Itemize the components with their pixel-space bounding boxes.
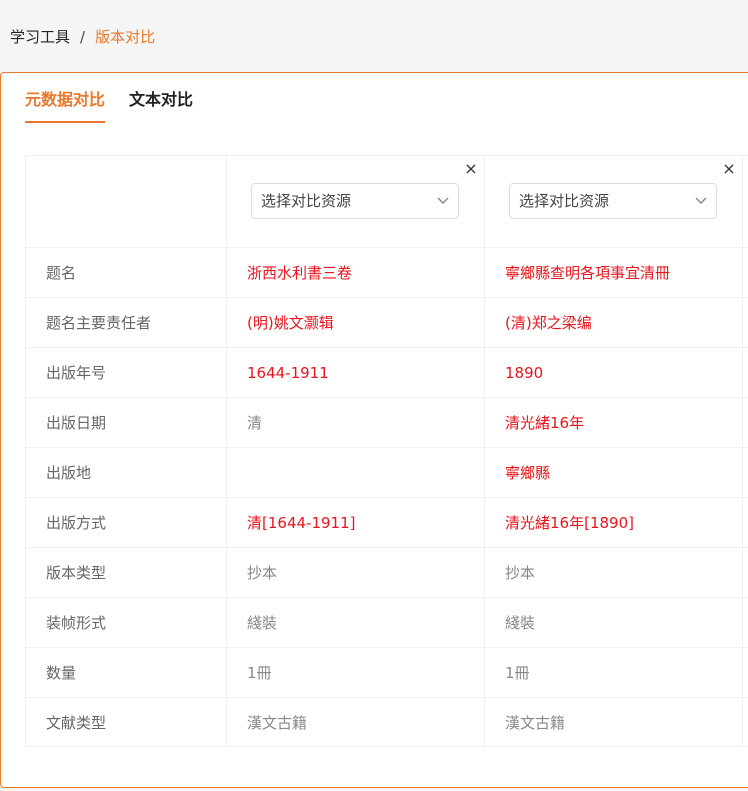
- row-label: 装帧形式: [26, 598, 227, 647]
- row-label: 出版年号: [26, 348, 227, 397]
- value-b: 1冊: [485, 648, 743, 697]
- header-column-a: × 选择对比资源: [227, 156, 485, 247]
- value-a: (明)姚文灏辑: [227, 298, 485, 347]
- table-header-row: × 选择对比资源 × 选择对比资源: [26, 156, 748, 247]
- table-row: 出版年号 1644-1911 1890: [26, 347, 748, 397]
- header-label-cell: [26, 156, 227, 247]
- table-row: 版本类型 抄本 抄本: [26, 547, 748, 597]
- row-label: 文献类型: [26, 698, 227, 747]
- breadcrumb-separator: /: [80, 28, 86, 46]
- value-b: 1890: [485, 348, 743, 397]
- comparison-panel: 元数据对比 文本对比 × 选择对比资源 × 选择对比资源 题名 浙西水利書三卷 …: [0, 72, 748, 788]
- tab-metadata-compare[interactable]: 元数据对比: [25, 89, 106, 123]
- table-row: 出版方式 清[1644-1911] 清光緒16年[1890]: [26, 497, 748, 547]
- breadcrumb-current: 版本对比: [95, 28, 156, 46]
- select-placeholder: 选择对比资源: [519, 192, 610, 210]
- breadcrumb-root[interactable]: 学习工具: [10, 28, 70, 46]
- close-icon[interactable]: ×: [464, 161, 478, 177]
- value-a: 漢文古籍: [227, 698, 485, 747]
- table-row: 题名 浙西水利書三卷 寧鄉縣查明各項事宜清冊: [26, 247, 748, 297]
- table-row: 出版地 寧鄉縣: [26, 447, 748, 497]
- row-label: 版本类型: [26, 548, 227, 597]
- header-column-b: × 选择对比资源: [485, 156, 743, 247]
- row-label: 出版日期: [26, 398, 227, 447]
- value-b: 漢文古籍: [485, 698, 743, 747]
- table-row: 装帧形式 綫裝 綫裝: [26, 597, 748, 647]
- value-a: 1644-1911: [227, 348, 485, 397]
- value-b: (清)郑之梁编: [485, 298, 743, 347]
- value-a: [227, 448, 485, 497]
- resource-select-b[interactable]: 选择对比资源: [509, 183, 717, 219]
- row-label: 题名: [26, 248, 227, 297]
- row-label: 题名主要责任者: [26, 298, 227, 347]
- value-b: 寧鄉縣: [485, 448, 743, 497]
- row-label: 出版地: [26, 448, 227, 497]
- value-b: 清光緒16年[1890]: [485, 498, 743, 547]
- value-a: 清[1644-1911]: [227, 498, 485, 547]
- value-a-text: 浙西水利書三卷: [247, 264, 353, 282]
- table-row: 出版日期 清 清光緒16年: [26, 397, 748, 447]
- value-b: 抄本: [485, 548, 743, 597]
- breadcrumb: 学习工具 / 版本对比: [10, 26, 155, 48]
- resource-select-a[interactable]: 选择对比资源: [251, 183, 459, 219]
- table-row: 文献类型 漢文古籍 漢文古籍: [26, 697, 748, 747]
- value-a: 綫裝: [227, 598, 485, 647]
- table-row: 数量 1冊 1冊: [26, 647, 748, 697]
- select-placeholder: 选择对比资源: [261, 192, 352, 210]
- value-a: 清: [227, 398, 485, 447]
- row-label: 数量: [26, 648, 227, 697]
- value-a: 浙西水利書三卷: [227, 248, 485, 297]
- close-icon[interactable]: ×: [722, 161, 736, 177]
- chevron-down-icon: [695, 197, 707, 204]
- value-b: 綫裝: [485, 598, 743, 647]
- table-row: 题名主要责任者 (明)姚文灏辑 (清)郑之梁编: [26, 297, 748, 347]
- row-label: 出版方式: [26, 498, 227, 547]
- value-a: 1冊: [227, 648, 485, 697]
- chevron-down-icon: [437, 197, 449, 204]
- value-b: 寧鄉縣查明各項事宜清冊: [485, 248, 743, 297]
- value-a: 抄本: [227, 548, 485, 597]
- tab-text-compare[interactable]: 文本对比: [129, 89, 193, 121]
- value-b: 清光緒16年: [485, 398, 743, 447]
- comparison-table: × 选择对比资源 × 选择对比资源 题名 浙西水利書三卷 寧鄉縣查明各項事宜清冊…: [25, 155, 748, 747]
